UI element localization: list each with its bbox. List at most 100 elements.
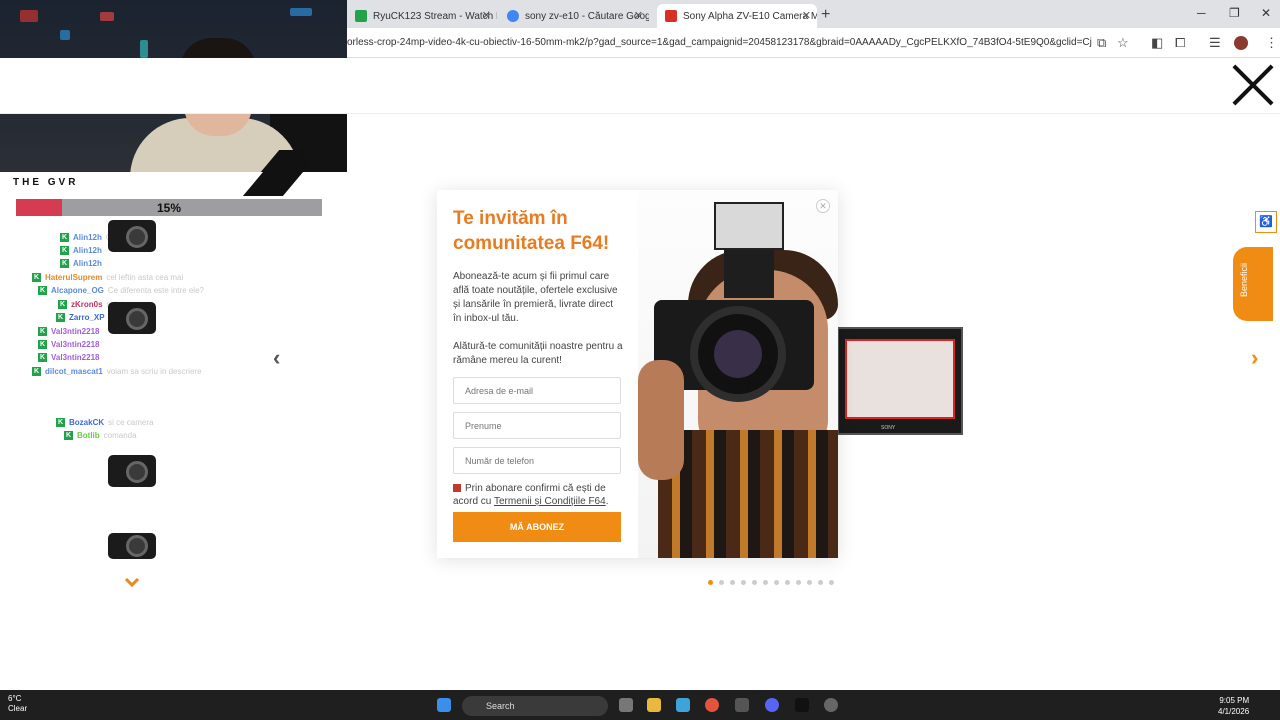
- kick-badge-icon: K: [60, 259, 69, 268]
- carousel-dot[interactable]: [752, 580, 757, 585]
- stream-brand: THE GVR: [13, 177, 79, 188]
- extension-icon[interactable]: ◧: [1151, 35, 1163, 51]
- chat-username[interactable]: Zarro_XP: [69, 313, 105, 322]
- popup-description: Abonează-te acum și fii primul care află…: [453, 271, 618, 324]
- profile-avatar[interactable]: [1234, 36, 1248, 50]
- minimize-icon[interactable]: ─: [1197, 6, 1206, 20]
- stream-favicon-icon: [355, 10, 367, 22]
- popup-close-icon[interactable]: ✕: [816, 199, 830, 213]
- chat-text: comanda: [103, 431, 137, 440]
- subscribe-button[interactable]: MĂ ABONEZ: [453, 512, 621, 542]
- bokeh-light: [20, 10, 38, 22]
- bokeh-light: [60, 30, 70, 40]
- photo-lens-inner: [714, 330, 762, 378]
- photo-flash-head: [714, 202, 784, 250]
- phone-field[interactable]: [453, 447, 621, 474]
- discord-icon[interactable]: [765, 698, 779, 712]
- chat-text: si ce camera: [108, 418, 154, 427]
- popup-title: Te invităm în comunitatea F64!: [453, 208, 610, 254]
- carousel-dot[interactable]: [796, 580, 801, 585]
- system-clock[interactable]: 9:05 PM 4/1/2026: [1218, 695, 1249, 717]
- kick-badge-icon: K: [38, 340, 47, 349]
- menu-kebab-icon[interactable]: ⋮: [1265, 35, 1278, 51]
- chat-username[interactable]: Alcapone_OG: [51, 286, 104, 295]
- kick-badge-icon: K: [60, 233, 69, 242]
- carousel-dot[interactable]: [785, 580, 790, 585]
- carousel-dot[interactable]: [741, 580, 746, 585]
- camera-emote: [108, 220, 156, 252]
- kick-badge-icon: K: [56, 418, 65, 427]
- reading-list-icon[interactable]: ☰: [1209, 35, 1221, 51]
- weather-widget[interactable]: 6°C Clear: [8, 694, 27, 714]
- benefits-tab[interactable]: Beneficii: [1233, 247, 1273, 321]
- obs-icon[interactable]: [824, 698, 838, 712]
- chat-username[interactable]: Val3ntin2218: [51, 353, 99, 362]
- windows-start-icon[interactable]: [437, 698, 451, 712]
- taskbar-search[interactable]: Search: [462, 696, 608, 716]
- kick-badge-icon: K: [32, 273, 41, 282]
- goal-progress-label: 15%: [156, 201, 182, 215]
- chat-message: K Alcapone_OG Ce diferenta este intre ele?: [38, 284, 204, 297]
- accessibility-icon[interactable]: ♿: [1255, 211, 1277, 233]
- store-icon[interactable]: [676, 698, 690, 712]
- task-view-icon[interactable]: [619, 698, 633, 712]
- puzzle-icon[interactable]: ⧠: [1175, 35, 1185, 51]
- epic-games-icon[interactable]: [735, 698, 749, 712]
- close-window-icon[interactable]: ✕: [1261, 6, 1271, 20]
- carousel-dot[interactable]: [829, 580, 834, 585]
- consent-checkbox[interactable]: [453, 484, 461, 493]
- f64-favicon-icon: [665, 10, 677, 22]
- popup-subtext: Alătură-te comunității noastre pentru a …: [453, 341, 623, 366]
- close-tab-icon[interactable]: ✕: [634, 9, 643, 22]
- carousel-dot[interactable]: [807, 580, 812, 585]
- app-icon[interactable]: [795, 698, 809, 712]
- camera-emote: [108, 455, 156, 487]
- chat-username[interactable]: HaterulSuprem: [45, 273, 102, 282]
- install-icon[interactable]: ⧉: [1097, 35, 1106, 51]
- chevron-down-icon[interactable]: [124, 574, 140, 590]
- chat-username[interactable]: Val3ntin2218: [51, 327, 99, 336]
- camera-emote: [108, 302, 156, 334]
- carousel-dot[interactable]: [774, 580, 779, 585]
- sony-camera-image: SONY: [837, 327, 963, 435]
- chat-text: voiam sa scriu in descriere: [106, 367, 202, 376]
- terms-link[interactable]: Termenii și Condițiile F64: [494, 496, 606, 507]
- carousel-dot[interactable]: [719, 580, 724, 585]
- kick-badge-icon: K: [38, 286, 47, 295]
- kick-badge-icon: K: [38, 327, 47, 336]
- tab-stream[interactable]: RyuCK123 Stream - Watch Live ✕: [347, 4, 497, 28]
- close-tab-icon[interactable]: ✕: [802, 9, 811, 22]
- carousel-dot[interactable]: [763, 580, 768, 585]
- url-field[interactable]: orless-crop-24mp-video-4k-cu-obiectiv-16…: [347, 37, 1092, 48]
- chat-username[interactable]: dilcot_mascat1: [45, 367, 103, 376]
- email-field[interactable]: [453, 377, 621, 404]
- carousel-dot[interactable]: [708, 580, 713, 585]
- maximize-icon[interactable]: ❐: [1229, 6, 1240, 20]
- chrome-icon[interactable]: [705, 698, 719, 712]
- chevron-right-icon[interactable]: ›: [1251, 345, 1258, 371]
- firstname-field[interactable]: [453, 412, 621, 439]
- tab-sony-camera[interactable]: Sony Alpha ZV-E10 Camera Mir ✕: [657, 4, 817, 28]
- close-tab-icon[interactable]: ✕: [482, 9, 491, 22]
- chat-message: K Botlib comanda: [64, 429, 137, 442]
- chat-username[interactable]: Botlib: [77, 431, 100, 440]
- carousel-dot[interactable]: [818, 580, 823, 585]
- chat-username[interactable]: Alin12h: [73, 246, 102, 255]
- chat-message: K Alin12h: [60, 257, 106, 270]
- chat-username[interactable]: BozakCK: [69, 418, 104, 427]
- chat-username[interactable]: Val3ntin2218: [51, 340, 99, 349]
- tab-google[interactable]: sony zv-e10 - Căutare Google ✕: [499, 4, 649, 28]
- camera-brand-label: SONY: [881, 425, 896, 431]
- close-overlay-icon[interactable]: [1230, 62, 1276, 108]
- new-tab-icon[interactable]: +: [821, 6, 830, 24]
- chevron-left-icon[interactable]: ‹: [273, 345, 280, 371]
- windows-taskbar: 6°C Clear Search 9:05 PM 4/1/2026: [0, 690, 1280, 720]
- carousel-dot[interactable]: [730, 580, 735, 585]
- bookmark-star-icon[interactable]: ☆: [1117, 35, 1129, 51]
- file-explorer-icon[interactable]: [647, 698, 661, 712]
- chat-username[interactable]: Alin12h: [73, 233, 102, 242]
- address-bar: orless-crop-24mp-video-4k-cu-obiectiv-16…: [347, 28, 1280, 58]
- consent-row: Prin abonare confirmi că ești de acord c…: [453, 483, 609, 507]
- chat-username[interactable]: zKron0s: [71, 300, 103, 309]
- chat-username[interactable]: Alin12h: [73, 259, 102, 268]
